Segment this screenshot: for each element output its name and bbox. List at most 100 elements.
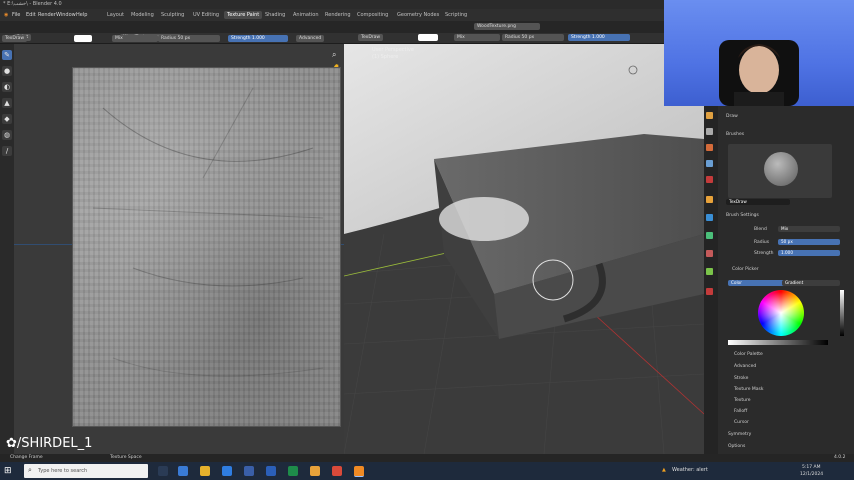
excel-icon[interactable] bbox=[288, 466, 298, 476]
viewport-header: TexDraw Mix Radius 50 px Strength 1.000 bbox=[344, 33, 704, 43]
panel-tool-name: Draw bbox=[726, 114, 738, 119]
color-wheel[interactable] bbox=[758, 290, 804, 336]
clock-date[interactable]: 12/1/2024 bbox=[800, 472, 823, 477]
strength-field[interactable]: Strength 1.000 bbox=[228, 35, 288, 42]
section-falloff[interactable]: Falloff bbox=[734, 409, 747, 414]
menu-window[interactable]: Window bbox=[56, 12, 76, 18]
store-icon[interactable] bbox=[178, 466, 188, 476]
tab-scripting[interactable]: Scripting bbox=[442, 11, 470, 19]
tab-layout[interactable]: Layout bbox=[104, 11, 127, 19]
menu-help[interactable]: Help bbox=[76, 12, 87, 18]
physics-tab-icon[interactable] bbox=[706, 232, 713, 239]
tab-texture-paint[interactable]: Texture Paint bbox=[224, 11, 263, 19]
section-texture-mask[interactable]: Texture Mask bbox=[734, 387, 764, 392]
taskbar-search[interactable]: ⌕ Type here to search bbox=[24, 464, 148, 478]
panel-blend-dropdown[interactable]: Mix bbox=[778, 226, 840, 232]
fill-icon[interactable]: ◆ bbox=[2, 114, 12, 124]
section-symmetry[interactable]: Symmetry bbox=[728, 432, 751, 437]
wood-texture-image[interactable] bbox=[72, 67, 341, 427]
zoom-icon[interactable]: ⌕ bbox=[332, 50, 336, 60]
clone-icon[interactable]: ▲ bbox=[2, 98, 12, 108]
word-icon[interactable] bbox=[266, 466, 276, 476]
start-icon[interactable]: ⊞ bbox=[4, 466, 12, 476]
weather-text[interactable]: Weather: alert bbox=[672, 467, 708, 473]
brush-name-field[interactable]: TexDraw bbox=[2, 35, 28, 42]
clock-time[interactable]: 5:17 AM bbox=[802, 465, 821, 470]
tab-modeling[interactable]: Modeling bbox=[128, 11, 157, 19]
gradient-tab[interactable]: Gradient bbox=[782, 280, 840, 286]
edge-icon[interactable] bbox=[222, 466, 232, 476]
viewport-brush-field[interactable]: TexDraw bbox=[358, 34, 384, 41]
photos-icon[interactable] bbox=[244, 466, 254, 476]
output-tab-icon[interactable] bbox=[706, 144, 713, 151]
color-tab[interactable]: Color bbox=[728, 280, 786, 286]
watermark-text: /SHIRDEL_1 bbox=[16, 436, 93, 451]
modifier-tab-icon[interactable] bbox=[706, 214, 713, 221]
section-texture[interactable]: Texture bbox=[734, 398, 750, 403]
status-left: Change Frame bbox=[10, 455, 43, 460]
section-cursor[interactable]: Cursor bbox=[734, 420, 749, 425]
mask-icon[interactable]: ◍ bbox=[2, 130, 12, 140]
chrome-icon[interactable] bbox=[332, 466, 342, 476]
tool-tab-icon[interactable] bbox=[706, 112, 713, 119]
menu-file[interactable]: File bbox=[12, 12, 20, 18]
tab-rendering[interactable]: Rendering bbox=[322, 11, 354, 19]
panel-radius-field[interactable]: 50 px bbox=[778, 239, 840, 245]
tab-sculpting[interactable]: Sculpting bbox=[158, 11, 187, 19]
brush-name-field[interactable]: TexDraw bbox=[726, 199, 790, 205]
streamer-silhouette bbox=[719, 40, 799, 106]
section-advanced[interactable]: Advanced bbox=[734, 364, 756, 369]
status-version: 4.0.2 bbox=[834, 455, 846, 460]
data-tab-icon[interactable] bbox=[706, 268, 713, 275]
tab-shading[interactable]: Shading bbox=[262, 11, 288, 19]
brushes-section[interactable]: Brushes bbox=[726, 132, 744, 137]
scene-tab-icon[interactable] bbox=[706, 160, 713, 167]
3d-viewport[interactable]: User Perspective (1) Sphere bbox=[344, 44, 704, 454]
tab-animation[interactable]: Animation bbox=[290, 11, 322, 19]
viewport-color-swatch[interactable] bbox=[418, 34, 438, 41]
color-swatch[interactable] bbox=[74, 35, 92, 42]
material-tab-icon[interactable] bbox=[706, 250, 713, 257]
windows-taskbar: ⊞ ⌕ Type here to search ▲ Weather: alert… bbox=[0, 462, 854, 480]
tab-geometry-nodes[interactable]: Geometry Nodes bbox=[394, 11, 442, 19]
image-editor-toolbar: ✎ ● ◐ ▲ ◆ ◍ / bbox=[0, 44, 14, 454]
viewport-image-selector[interactable]: WoodTexture.png bbox=[474, 23, 540, 30]
advanced-dropdown[interactable]: Advanced bbox=[296, 35, 325, 42]
app-icon[interactable] bbox=[310, 466, 320, 476]
object-tab-icon[interactable] bbox=[706, 196, 713, 203]
section-options[interactable]: Options bbox=[728, 444, 745, 449]
color-value-bar[interactable] bbox=[728, 340, 828, 345]
soften-icon[interactable]: ● bbox=[2, 66, 12, 76]
blender-logo-icon[interactable]: ◉ bbox=[4, 12, 8, 18]
viewport-blend-dropdown[interactable]: Mix bbox=[454, 34, 500, 41]
viewport-radius-label: Radius bbox=[505, 35, 521, 40]
weather-icon[interactable]: ▲ bbox=[662, 467, 666, 473]
panel-strength-field[interactable]: 1.000 bbox=[778, 250, 840, 256]
tab-compositing[interactable]: Compositing bbox=[354, 11, 391, 19]
viewport-radius-field[interactable]: Radius 50 px bbox=[502, 34, 564, 41]
value-slider[interactable] bbox=[840, 290, 844, 336]
brush-preview[interactable] bbox=[728, 144, 832, 198]
blend-dropdown[interactable]: Mix bbox=[112, 35, 158, 42]
draw-brush-icon[interactable]: ✎ bbox=[2, 50, 12, 60]
texture-tab-icon[interactable] bbox=[706, 288, 713, 295]
section-stroke[interactable]: Stroke bbox=[734, 376, 748, 381]
strength-label: Strength bbox=[231, 36, 251, 41]
menu-edit[interactable]: Edit bbox=[26, 12, 36, 18]
brush-settings-section[interactable]: Brush Settings bbox=[726, 213, 759, 218]
smear-icon[interactable]: ◐ bbox=[2, 82, 12, 92]
color-picker-section[interactable]: Color Picker bbox=[732, 267, 759, 272]
file-explorer-icon[interactable] bbox=[200, 466, 210, 476]
blender-taskbar-icon[interactable] bbox=[354, 466, 364, 477]
annotate-icon[interactable]: / bbox=[2, 146, 12, 156]
search-icon: ⌕ bbox=[28, 466, 32, 474]
tab-uv-editing[interactable]: UV Editing bbox=[190, 11, 222, 19]
viewport-strength-field[interactable]: Strength 1.000 bbox=[568, 34, 630, 41]
radius-field[interactable]: Radius 50 px bbox=[158, 35, 220, 42]
menu-render[interactable]: Render bbox=[38, 12, 56, 18]
render-tab-icon[interactable] bbox=[706, 128, 713, 135]
search-placeholder: Type here to search bbox=[38, 468, 88, 474]
world-tab-icon[interactable] bbox=[706, 176, 713, 183]
section-color-palette[interactable]: Color Palette bbox=[734, 352, 763, 357]
task-view-icon[interactable] bbox=[158, 466, 168, 476]
